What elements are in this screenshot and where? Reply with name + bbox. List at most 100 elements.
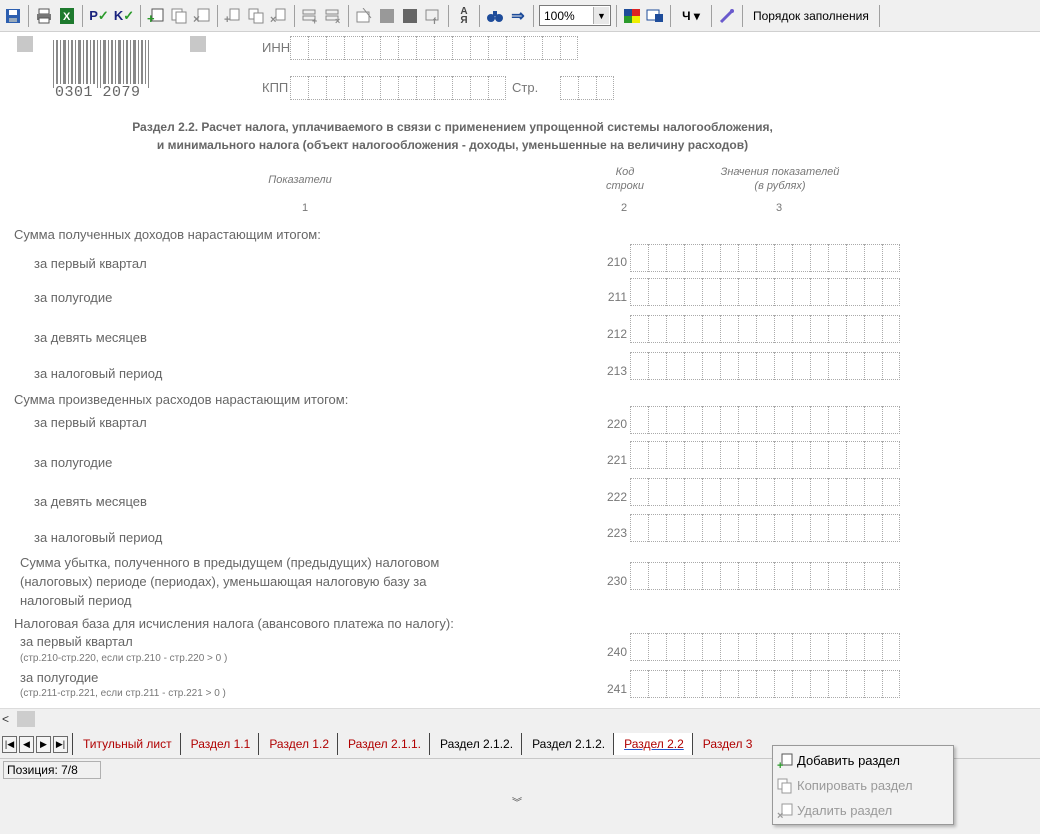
- row-code: 240: [606, 645, 627, 659]
- sheet-tabs: Титульный лист Раздел 1.1 Раздел 1.2 Раз…: [72, 733, 760, 755]
- group-income-label: Сумма полученных доходов нарастающим ито…: [14, 227, 321, 242]
- svg-text:+: +: [777, 760, 783, 769]
- add-section-icon[interactable]: +: [146, 5, 166, 27]
- format-icon[interactable]: f: [423, 5, 443, 27]
- context-menu: + Добавить раздел Копировать раздел × Уд…: [772, 745, 954, 825]
- row-code: 212: [606, 327, 627, 341]
- toolbar-separator: [533, 4, 534, 27]
- svg-text:X: X: [63, 11, 71, 23]
- toolbar-separator: [140, 4, 141, 27]
- toolbar: X P ✓ K ✓ + × + × + × f AЯ ⇒ 100% ▼ Ч ▾ Пор…: [0, 0, 1040, 32]
- tab-section-3[interactable]: Раздел 3: [691, 733, 761, 755]
- horizontal-scrollbar[interactable]: <: [0, 708, 1040, 729]
- settings-icon[interactable]: [717, 5, 737, 27]
- copy-section-icon[interactable]: [169, 5, 189, 27]
- kpp-field[interactable]: [290, 76, 506, 100]
- delete-section-label: Удалить раздел: [797, 803, 893, 818]
- row-code: 211: [607, 290, 627, 304]
- add-section-icon: +: [777, 753, 793, 769]
- toolbar-separator: [616, 4, 617, 27]
- row-code: 220: [606, 417, 627, 431]
- first-sheet-icon[interactable]: |◀: [2, 735, 17, 753]
- scroll-left-icon[interactable]: <: [2, 712, 9, 726]
- row-code: 222: [606, 490, 627, 504]
- last-sheet-icon[interactable]: ▶|: [53, 735, 68, 753]
- value-field-212[interactable]: [630, 315, 900, 343]
- add-section-menu-item[interactable]: + Добавить раздел: [773, 748, 953, 773]
- zoom-value: 100%: [544, 8, 575, 23]
- add-section-label: Добавить раздел: [797, 753, 901, 768]
- copy-section-menu-item[interactable]: Копировать раздел: [773, 773, 953, 798]
- next-sheet-icon[interactable]: ▶: [36, 735, 51, 753]
- prev-sheet-icon[interactable]: ◀: [19, 735, 34, 753]
- color-pick-icon[interactable]: [645, 5, 665, 27]
- add-page-icon[interactable]: +: [223, 5, 243, 27]
- value-field-210[interactable]: [630, 244, 900, 272]
- scrollbar-thumb[interactable]: [17, 711, 35, 727]
- value-field-221[interactable]: [630, 441, 900, 469]
- svg-text:×: ×: [270, 14, 276, 24]
- chevron-down-icon[interactable]: ︾: [512, 794, 522, 809]
- sort-icon[interactable]: AЯ: [454, 5, 474, 27]
- inn-field[interactable]: [290, 36, 578, 60]
- tab-section-2-1-2-copy[interactable]: Раздел 2.1.2.: [521, 733, 613, 755]
- value-field-230[interactable]: [630, 562, 900, 590]
- tab-section-2-1-1[interactable]: Раздел 2.1.1.: [337, 733, 429, 755]
- delete-page-icon[interactable]: ×: [269, 5, 289, 27]
- delete-section-icon[interactable]: ×: [192, 5, 212, 27]
- value-field-213[interactable]: [630, 352, 900, 380]
- delete-section-menu-item[interactable]: × Удалить раздел: [773, 798, 953, 823]
- copy-page-icon[interactable]: [246, 5, 266, 27]
- row-code: 210: [606, 255, 627, 269]
- barcode-icon: [53, 40, 149, 88]
- find-icon[interactable]: [485, 5, 505, 27]
- corner-marker: [17, 36, 33, 52]
- fill-dark-icon[interactable]: [400, 5, 420, 27]
- section-title-line1: Раздел 2.2. Расчет налога, уплачиваемого…: [132, 120, 773, 134]
- chevron-down-icon[interactable]: ▼: [593, 7, 609, 24]
- value-field-240[interactable]: [630, 633, 900, 661]
- svg-text:+: +: [224, 14, 230, 24]
- loss-label-line3: налоговый период: [20, 593, 132, 608]
- excel-icon[interactable]: X: [57, 5, 77, 27]
- clear-icon[interactable]: [354, 5, 374, 27]
- toolbar-separator: [742, 4, 743, 27]
- check-k-icon[interactable]: K ✓: [113, 5, 135, 27]
- inn-label: ИНН: [262, 40, 291, 55]
- print-icon[interactable]: [34, 5, 54, 27]
- save-icon[interactable]: [3, 5, 23, 27]
- font-icon[interactable]: Ч ▾: [676, 5, 706, 27]
- row-note: (стр.210-стр.220, если стр.210 - стр.220…: [20, 653, 228, 664]
- svg-text:+: +: [147, 11, 155, 24]
- value-field-211[interactable]: [630, 278, 900, 306]
- page-field[interactable]: [560, 76, 614, 100]
- toolbar-separator: [28, 4, 29, 27]
- svg-text:×: ×: [777, 810, 783, 819]
- position-indicator: Позиция: 7/8: [3, 761, 101, 779]
- add-row-icon[interactable]: +: [300, 5, 320, 27]
- corner-marker: [190, 36, 206, 52]
- col3-header-line2: (в рублях): [754, 180, 806, 192]
- fill-icon[interactable]: [377, 5, 397, 27]
- toolbar-separator: [711, 4, 712, 27]
- tab-title-page[interactable]: Титульный лист: [72, 733, 180, 755]
- col3-header-line1: Значения показателей: [720, 166, 840, 178]
- copy-section-icon: [777, 778, 793, 794]
- row-label: за налоговый период: [34, 530, 163, 545]
- tab-section-2-1-2[interactable]: Раздел 2.1.2.: [429, 733, 521, 755]
- tab-section-1-2[interactable]: Раздел 1.2: [258, 733, 337, 755]
- value-field-223[interactable]: [630, 514, 900, 542]
- value-field-220[interactable]: [630, 406, 900, 434]
- check-p-icon[interactable]: P ✓: [88, 5, 110, 27]
- value-field-222[interactable]: [630, 478, 900, 506]
- order-button[interactable]: Порядок заполнения: [748, 9, 874, 23]
- row-label: за первый квартал: [20, 634, 133, 649]
- tab-section-2-2[interactable]: Раздел 2.2: [613, 733, 692, 755]
- toolbar-separator: [479, 4, 480, 27]
- value-field-241[interactable]: [630, 670, 900, 698]
- delete-row-icon[interactable]: ×: [323, 5, 343, 27]
- zoom-select[interactable]: 100% ▼: [539, 5, 611, 26]
- goto-icon[interactable]: ⇒: [508, 5, 528, 27]
- color-select-icon[interactable]: [622, 5, 642, 27]
- tab-section-1-1[interactable]: Раздел 1.1: [179, 733, 259, 755]
